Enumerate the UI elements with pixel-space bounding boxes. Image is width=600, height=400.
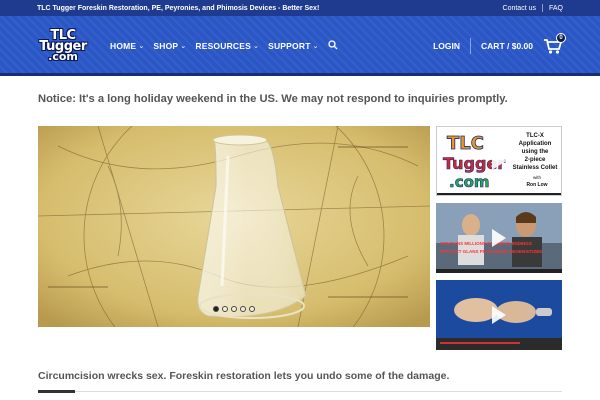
nav-shop-label: SHOP (153, 41, 179, 51)
top-links: Contact us FAQ (503, 4, 563, 12)
play-icon (492, 152, 506, 170)
play-icon (492, 306, 506, 324)
thumb-text-5: Stainless Collet (513, 165, 558, 171)
thumb-text-4: 2-piece (525, 157, 546, 163)
chevron-down-icon: ⌄ (180, 43, 187, 50)
nav-resources[interactable]: RESOURCES ⌄ (195, 41, 259, 51)
thumb-author: Ron Low (526, 182, 547, 188)
slider-dots (38, 306, 430, 312)
main-header: TLC Tugger .com HOME ⌄ SHOP ⌄ RESOURCES ⌄ S… (0, 16, 600, 76)
faq-link[interactable]: FAQ (549, 5, 563, 12)
slider-dot[interactable] (222, 306, 228, 312)
nav-shop[interactable]: SHOP ⌄ (153, 41, 186, 51)
slider-dot[interactable] (213, 306, 219, 312)
cart-link[interactable]: CART / $0.00 (481, 41, 533, 51)
video-thumbnails: TLC Tugger .com TLC-X Application using … (436, 126, 562, 357)
link-divider (541, 4, 543, 12)
nav-resources-label: RESOURCES (195, 41, 252, 51)
cart-icon[interactable]: 0 (543, 33, 566, 55)
thumb-logo-line-1: TLC (447, 133, 484, 154)
nav-support[interactable]: SUPPORT ⌄ (268, 41, 319, 51)
main-nav: HOME ⌄ SHOP ⌄ RESOURCES ⌄ SUPPORT ⌄ (110, 40, 338, 52)
thumb-with: with (533, 175, 541, 180)
tagline-heading: Circumcision wrecks sex. Foreskin restor… (38, 370, 450, 382)
video-thumb-hands[interactable] (436, 280, 562, 350)
video-thumb-collet[interactable]: TLC Tugger .com TLC-X Application using … (436, 126, 562, 196)
header-account: LOGIN CART / $0.00 0 (433, 33, 566, 55)
thumb-text-1: TLC-X (526, 133, 544, 139)
chevron-down-icon: ⌄ (312, 43, 319, 50)
nav-support-label: SUPPORT (268, 41, 311, 51)
contact-link[interactable]: Contact us (503, 5, 536, 12)
chevron-down-icon: ⌄ (138, 43, 145, 50)
video-thumb-nerve[interactable]: CONTAINS MILLIONS OF NERVE ENDINGS PROTE… (436, 203, 562, 273)
search-icon[interactable] (328, 40, 338, 52)
thumb-text-3: using the (522, 149, 549, 155)
nav-home-label: HOME (110, 41, 137, 51)
thumb-caption-1: CONTAINS MILLIONS OF NERVE ENDINGS (440, 241, 532, 246)
slider-dot[interactable] (231, 306, 237, 312)
header-divider (470, 38, 472, 54)
hero-slider[interactable] (38, 126, 430, 327)
section-divider (38, 391, 562, 392)
slider-dot[interactable] (240, 306, 246, 312)
top-bar: TLC Tugger Foreskin Restoration, PE, Pey… (0, 0, 600, 16)
section-divider-accent (38, 390, 75, 393)
play-icon (492, 229, 506, 247)
site-title: TLC Tugger Foreskin Restoration, PE, Pey… (37, 4, 320, 12)
nav-home[interactable]: HOME ⌄ (110, 41, 144, 51)
login-link[interactable]: LOGIN (433, 41, 460, 51)
logo-line-3: .com (48, 50, 78, 64)
thumb-text-2: Application (519, 141, 552, 147)
chevron-down-icon: ⌄ (253, 43, 260, 50)
site-logo[interactable]: TLC Tugger .com (37, 26, 89, 66)
thumb-caption-2: PROTECT GLANS FROM BEING DESENSITIZED (440, 249, 543, 254)
cart-count-badge: 0 (556, 33, 566, 43)
slider-dot[interactable] (249, 306, 255, 312)
thumb-logo-line-3: .com (449, 173, 490, 191)
hero-image (38, 126, 430, 327)
holiday-notice: Notice: It's a long holiday weekend in t… (38, 93, 508, 105)
